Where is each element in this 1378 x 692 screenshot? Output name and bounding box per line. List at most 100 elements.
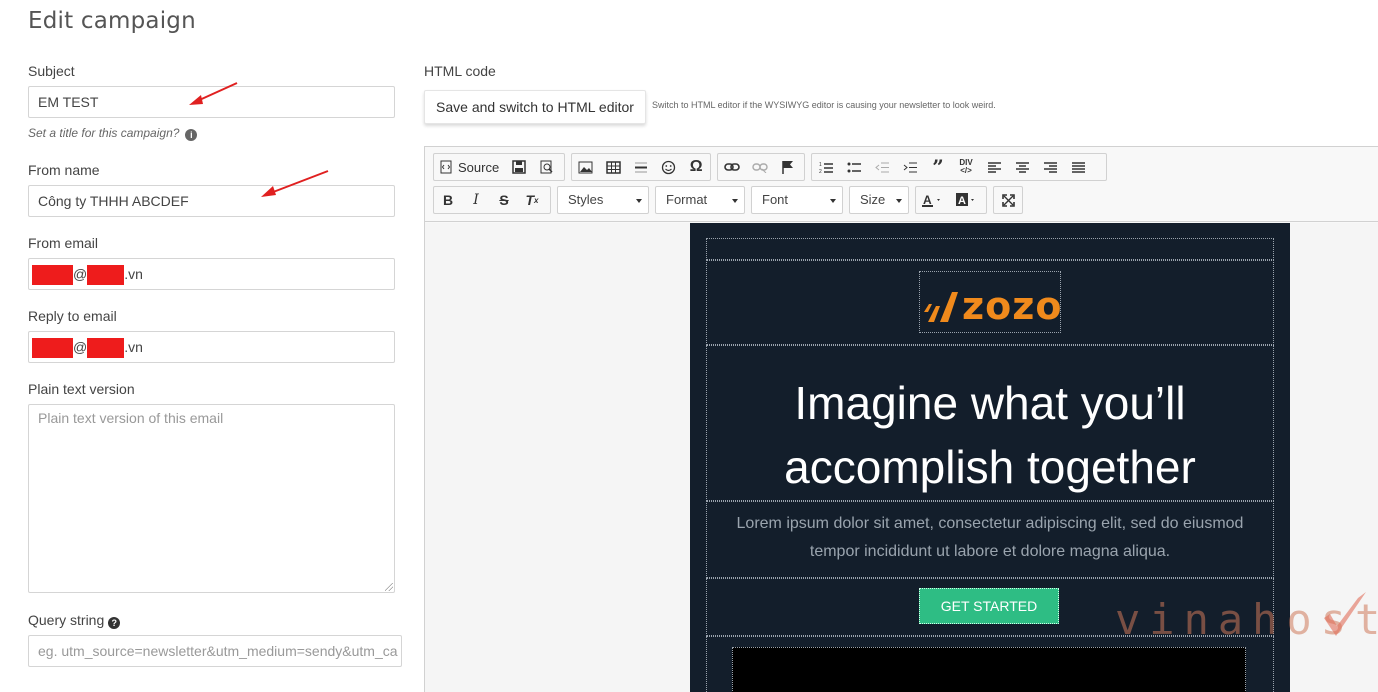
query-string-placeholder: eg. utm_source=newsletter&utm_medium=sen…: [38, 643, 398, 659]
outdent-icon[interactable]: [868, 154, 896, 180]
format-dropdown[interactable]: Format: [655, 186, 745, 214]
indent-icon[interactable]: [896, 154, 924, 180]
preview-icon[interactable]: [533, 154, 561, 180]
spacer-block: [706, 238, 1274, 260]
toolbar-group-colors: A A: [915, 186, 987, 214]
toolbar-group-links: [717, 153, 805, 181]
logo: zozo: [919, 271, 1061, 333]
subject-hint: Set a title for this campaign? i: [28, 126, 198, 141]
resize-handle[interactable]: [385, 583, 393, 591]
email-body-text: Lorem ipsum dolor sit amet, consectetur …: [720, 510, 1260, 566]
svg-text:A: A: [958, 195, 966, 207]
toolbar-group-document: Source: [433, 153, 565, 181]
annotation-arrow: [261, 170, 329, 197]
remove-format-icon[interactable]: Tx: [518, 187, 546, 213]
help-icon[interactable]: ?: [108, 617, 121, 629]
horizontal-line-icon[interactable]: [627, 154, 655, 180]
logo-text: zozo: [962, 284, 1063, 328]
special-char-icon[interactable]: Ω: [682, 154, 710, 180]
font-dropdown[interactable]: Font: [751, 186, 843, 214]
from-name-value: Công ty THHH ABCDEF: [38, 193, 189, 209]
source-button[interactable]: Source: [434, 154, 505, 180]
blockquote-icon[interactable]: ”: [924, 154, 952, 180]
from-email-at: @: [73, 266, 88, 282]
align-right-icon[interactable]: [1036, 154, 1064, 180]
format-label: Format: [666, 192, 708, 207]
div-container-icon[interactable]: DIV </>: [952, 154, 980, 180]
query-string-label: Query string?: [28, 612, 121, 629]
from-email-suffix: .vn: [124, 266, 143, 282]
toolbar-group-insert: Ω: [571, 153, 711, 181]
numbered-list-icon[interactable]: 12: [812, 154, 840, 180]
source-label: Source: [458, 159, 500, 175]
bold-icon[interactable]: B: [434, 187, 462, 213]
toolbar-group-paragraph: 12 ” DIV </>: [811, 153, 1107, 181]
italic-icon[interactable]: I: [462, 187, 490, 213]
subject-hint-text: Set a title for this campaign?: [28, 126, 180, 140]
subject-value: EM TEST: [38, 94, 99, 110]
redaction-mark: [87, 265, 125, 286]
watermark-check-icon: [1324, 592, 1366, 636]
email-image-placeholder: [732, 647, 1246, 692]
reply-to-at: @: [73, 339, 88, 355]
redaction-mark: [32, 338, 73, 359]
bullet-list-icon[interactable]: [840, 154, 868, 180]
plain-text-textarea[interactable]: Plain text version of this email: [28, 404, 395, 593]
anchor-flag-icon[interactable]: [774, 154, 802, 180]
page-title: Edit campaign: [28, 8, 196, 34]
body-line-2: tempor incididunt ut labore et dolore ma…: [809, 543, 1171, 560]
reply-to-input[interactable]: @ .vn: [28, 331, 395, 363]
align-center-icon[interactable]: [1008, 154, 1036, 180]
reply-to-label: Reply to email: [28, 308, 117, 324]
query-string-label-text: Query string: [28, 612, 105, 628]
info-icon[interactable]: i: [185, 129, 198, 141]
toolbar-group-tools: [993, 186, 1023, 214]
strikethrough-icon[interactable]: S: [490, 187, 518, 213]
subject-label: Subject: [28, 63, 75, 79]
smiley-icon[interactable]: [655, 154, 683, 180]
chevron-down-icon: [896, 199, 902, 203]
from-name-label: From name: [28, 162, 100, 178]
justify-icon[interactable]: [1064, 154, 1092, 180]
switch-hint: Switch to HTML editor if the WYSIWYG edi…: [652, 100, 996, 110]
align-left-icon[interactable]: [980, 154, 1008, 180]
svg-text:A: A: [923, 193, 932, 207]
unlink-icon[interactable]: [746, 154, 774, 180]
save-icon[interactable]: [505, 154, 533, 180]
styles-label: Styles: [568, 192, 604, 207]
maximize-icon[interactable]: [994, 187, 1022, 213]
size-label: Size: [860, 192, 886, 207]
body-line-1: Lorem ipsum dolor sit amet, consectetur …: [736, 515, 1244, 532]
chevron-down-icon: [732, 199, 738, 203]
headline-line-1: Imagine what you’ll: [794, 377, 1186, 429]
redaction-mark: [87, 338, 125, 359]
plain-text-label: Plain text version: [28, 381, 135, 397]
headline-line-2: accomplish together: [784, 441, 1196, 493]
redaction-mark: [32, 265, 73, 286]
background-color-icon[interactable]: A: [950, 187, 984, 213]
text-color-icon[interactable]: A: [916, 187, 950, 213]
styles-dropdown[interactable]: Styles: [557, 186, 649, 214]
from-name-input[interactable]: Công ty THHH ABCDEF: [28, 185, 395, 217]
image-icon[interactable]: [572, 154, 600, 180]
font-label: Font: [762, 192, 789, 207]
toolbar-group-basic-styles: B I S Tx: [433, 186, 551, 214]
query-string-input[interactable]: eg. utm_source=newsletter&utm_medium=sen…: [28, 635, 402, 667]
chevron-down-icon: [830, 199, 836, 203]
email-headline: Imagine what you’ll accomplish together: [706, 371, 1274, 499]
source-icon: [440, 160, 452, 174]
switch-to-html-button[interactable]: Save and switch to HTML editor: [424, 90, 646, 124]
html-code-label: HTML code: [424, 63, 496, 79]
reply-to-suffix: .vn: [124, 339, 143, 355]
annotation-arrow: [189, 82, 238, 105]
logo-fragment-icon: [763, 684, 793, 692]
chevron-down-icon: [636, 199, 642, 203]
from-email-input[interactable]: @ .vn: [28, 258, 395, 290]
editor-toolbar: Source Ω 12 ” DIV </> B I S T x Styles F…: [425, 147, 1378, 222]
svg-text:2: 2: [819, 169, 822, 174]
get-started-button[interactable]: GET STARTED: [919, 588, 1059, 624]
size-dropdown[interactable]: Size: [849, 186, 909, 214]
link-icon[interactable]: [718, 154, 746, 180]
plain-text-placeholder: Plain text version of this email: [38, 410, 224, 426]
table-icon[interactable]: [600, 154, 628, 180]
